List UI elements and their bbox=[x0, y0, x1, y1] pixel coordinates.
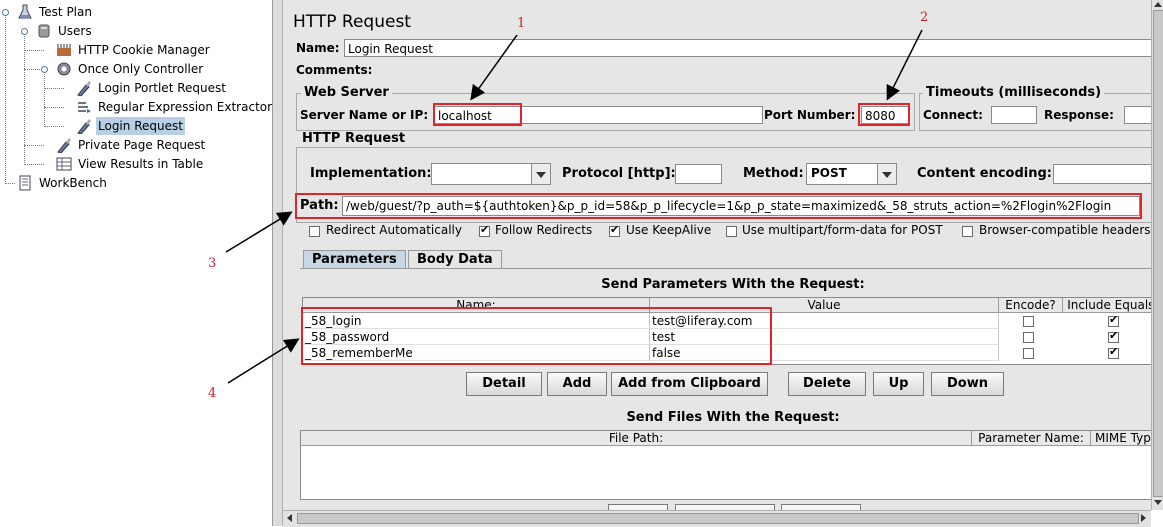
arrow-4 bbox=[227, 338, 300, 384]
annotation-arrows bbox=[225, 29, 923, 384]
arrow-1 bbox=[470, 34, 518, 101]
arrow-2 bbox=[886, 29, 923, 101]
arrow-3 bbox=[225, 211, 293, 253]
